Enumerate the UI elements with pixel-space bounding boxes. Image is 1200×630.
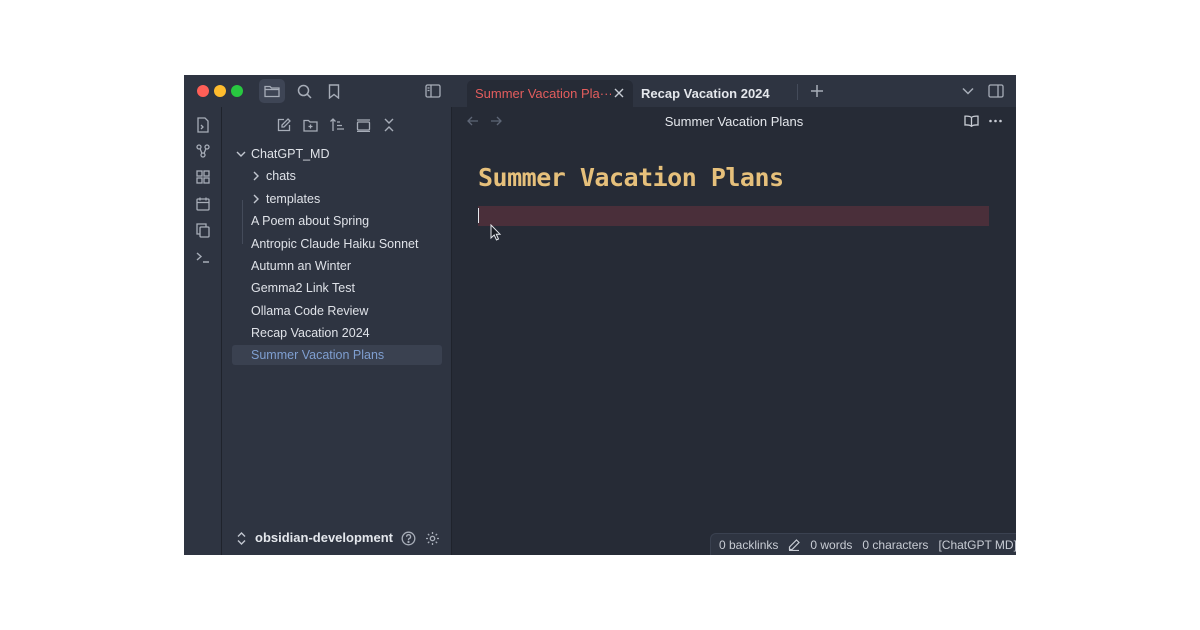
file-label: Autumn an Winter [251, 259, 352, 273]
bookmarks-button[interactable] [322, 79, 346, 103]
book-open-icon [963, 115, 979, 127]
gear-icon [425, 531, 439, 545]
file-item[interactable]: Autumn an Winter [232, 256, 442, 276]
copy-icon [196, 222, 210, 238]
tab-label: Summer Vacation Pla··· [475, 86, 611, 101]
file-item[interactable]: Ollama Code Review [232, 301, 442, 321]
calendar-icon [196, 197, 210, 211]
chevron-up-down-icon[interactable] [234, 530, 248, 546]
files-view-button[interactable] [259, 79, 285, 103]
plus-icon [811, 85, 823, 97]
new-folder-icon [302, 119, 318, 132]
terminal-icon [196, 252, 209, 263]
templates-button[interactable] [191, 218, 215, 242]
chevron-down-icon [235, 148, 247, 160]
graph-icon [196, 144, 210, 158]
editor-pane: Summer Vacation Plans Summer Vacation Pl… [452, 107, 1016, 555]
zoom-window-button[interactable] [231, 85, 243, 97]
tab-summer-vacation-plans[interactable]: Summer Vacation Pla··· [467, 80, 633, 107]
file-item[interactable]: Recap Vacation 2024 [232, 323, 442, 343]
file-label: Antropic Claude Haiku Sonnet [251, 237, 419, 251]
file-item[interactable]: Gemma2 Link Test [232, 278, 442, 298]
close-icon [614, 88, 624, 98]
app-window: Summer Vacation Pla··· Recap Vacation 20… [184, 75, 1016, 555]
help-icon [401, 531, 415, 545]
quick-switcher-button[interactable] [191, 113, 215, 137]
mouse-pointer-icon [490, 224, 502, 241]
folder-chats[interactable]: chats [232, 166, 442, 186]
file-label: Gemma2 Link Test [251, 281, 355, 295]
tab-list-button[interactable] [956, 79, 980, 103]
plugin-status[interactable]: [ChatGPT MD] [938, 538, 1016, 552]
folder-templates[interactable]: templates [232, 189, 442, 209]
toggle-right-sidebar-button[interactable] [984, 79, 1008, 103]
new-note-button[interactable] [272, 113, 296, 137]
vault-name[interactable]: obsidian-development [255, 530, 393, 545]
note-title: Summer Vacation Plans [478, 163, 784, 192]
more-horizontal-icon [988, 119, 1002, 123]
file-label: Ollama Code Review [251, 304, 369, 318]
text-caret [478, 208, 479, 223]
folder-label: chats [266, 169, 296, 183]
collapse-view-icon [356, 118, 370, 132]
canvas-icon [196, 170, 210, 184]
close-tab-button[interactable] [611, 85, 627, 101]
file-explorer-sidebar: ChatGPT_MD chats templates A Poem about … [222, 107, 452, 555]
auto-reveal-button[interactable] [351, 113, 375, 137]
new-folder-button[interactable] [298, 113, 322, 137]
daily-note-button[interactable] [191, 192, 215, 216]
active-line-highlight[interactable] [478, 206, 989, 226]
character-count: 0 characters [862, 537, 929, 552]
collapse-all-icon [384, 118, 394, 132]
settings-button[interactable] [420, 526, 444, 550]
graph-view-button[interactable] [191, 139, 215, 163]
chevron-right-icon [250, 193, 262, 205]
view-header-title[interactable]: Summer Vacation Plans [452, 114, 1016, 129]
chevron-right-icon [250, 170, 262, 182]
reading-view-button[interactable] [960, 110, 982, 132]
folder-label: ChatGPT_MD [251, 147, 330, 161]
tab-bar: Summer Vacation Pla··· Recap Vacation 20… [467, 75, 1016, 107]
vault-switcher-bar: obsidian-development [222, 521, 451, 555]
folder-chatgpt-md[interactable]: ChatGPT_MD [232, 144, 442, 164]
new-note-icon [277, 118, 291, 132]
folder-icon [264, 85, 280, 98]
close-window-button[interactable] [197, 85, 209, 97]
tab-recap-vacation-2024[interactable]: Recap Vacation 2024 [641, 80, 801, 107]
minimize-window-button[interactable] [214, 85, 226, 97]
right-sidebar-icon [988, 84, 1004, 98]
folder-label: templates [266, 192, 321, 206]
more-options-button[interactable] [984, 110, 1006, 132]
chevron-down-icon [962, 87, 974, 95]
sort-icon [330, 118, 344, 131]
file-item[interactable]: A Poem about Spring [232, 211, 442, 231]
word-count: 0 words [810, 537, 853, 552]
ribbon [184, 107, 222, 555]
sidebar-toggle-icon [425, 84, 441, 98]
toggle-left-sidebar-button[interactable] [421, 79, 445, 103]
file-label: Recap Vacation 2024 [251, 326, 370, 340]
new-tab-button[interactable] [805, 79, 829, 103]
search-button[interactable] [292, 79, 316, 103]
file-item-active[interactable]: Summer Vacation Plans [232, 345, 442, 365]
help-button[interactable] [396, 526, 420, 550]
file-label: A Poem about Spring [251, 214, 370, 228]
file-label: Summer Vacation Plans [251, 348, 385, 362]
sort-button[interactable] [325, 113, 349, 137]
canvas-button[interactable] [191, 165, 215, 189]
file-item[interactable]: Antropic Claude Haiku Sonnet [232, 234, 442, 254]
bookmark-icon [328, 83, 340, 99]
pencil-icon[interactable] [788, 538, 801, 551]
status-bar: 0 backlinks 0 words 0 characters [ChatGP… [710, 533, 1016, 555]
file-switcher-icon [197, 117, 209, 133]
collapse-all-button[interactable] [377, 113, 401, 137]
command-palette-button[interactable] [191, 245, 215, 269]
title-bar-left [184, 75, 467, 107]
tab-divider [797, 84, 798, 100]
search-icon [297, 84, 312, 99]
backlinks-count[interactable]: 0 backlinks [719, 538, 778, 552]
tab-label: Recap Vacation 2024 [641, 86, 770, 101]
